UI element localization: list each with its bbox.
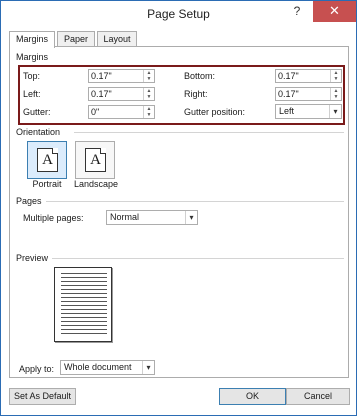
bottom-label: Bottom:: [184, 71, 216, 81]
apply-to-value: Whole document: [64, 362, 132, 372]
top-margin-spinner[interactable]: 0.17" ▲ ▼: [88, 69, 155, 83]
help-button[interactable]: ?: [289, 4, 305, 22]
left-label: Left:: [23, 89, 41, 99]
margins-section-label: Margins: [16, 52, 49, 62]
tab-layout[interactable]: Layout: [97, 31, 137, 47]
portrait-page-icon: A: [37, 148, 58, 172]
title-bar[interactable]: Page Setup ? ✕: [1, 1, 356, 31]
landscape-button[interactable]: A: [75, 141, 115, 179]
top-margin-value: 0.17": [91, 71, 112, 81]
set-as-default-button[interactable]: Set As Default: [9, 388, 76, 405]
chevron-down-icon[interactable]: ▾: [142, 361, 154, 374]
pages-divider: [46, 201, 344, 202]
close-button[interactable]: ✕: [313, 1, 356, 22]
top-label: Top:: [23, 71, 41, 81]
spin-down-icon[interactable]: ▼: [144, 76, 154, 82]
portrait-label[interactable]: Portrait: [25, 179, 69, 189]
margins-tab-panel: Margins Top: 0.17" ▲ ▼ Left: 0.17" ▲ ▼ Gut…: [9, 46, 349, 378]
multiple-pages-select[interactable]: Normal ▾: [106, 210, 198, 225]
page-preview: [54, 267, 112, 342]
left-margin-spinner[interactable]: 0.17" ▲ ▼: [88, 87, 155, 101]
gutter-value: 0": [91, 107, 100, 117]
preview-section-label: Preview: [16, 253, 49, 263]
left-margin-value: 0.17": [91, 89, 112, 99]
right-margin-spinner[interactable]: 0.17" ▲ ▼: [275, 87, 342, 101]
gutter-position-value: Left: [279, 106, 295, 116]
bottom-margin-spinner[interactable]: 0.17" ▲ ▼: [275, 69, 342, 83]
spin-down-icon[interactable]: ▼: [144, 94, 154, 100]
apply-to-label: Apply to:: [19, 364, 55, 374]
apply-to-select[interactable]: Whole document ▾: [60, 360, 155, 375]
orientation-divider: [74, 132, 344, 133]
tab-margins[interactable]: Margins: [9, 31, 55, 48]
multiple-pages-value: Normal: [110, 212, 140, 222]
right-label: Right:: [184, 89, 208, 99]
spin-down-icon[interactable]: ▼: [331, 94, 341, 100]
gutter-position-select[interactable]: Left ▾: [275, 104, 342, 119]
gutter-spinner[interactable]: 0" ▲ ▼: [88, 105, 155, 119]
tab-paper[interactable]: Paper: [57, 31, 95, 47]
chevron-down-icon[interactable]: ▾: [329, 105, 341, 118]
preview-divider: [52, 258, 344, 259]
multiple-pages-label: Multiple pages:: [23, 213, 84, 223]
pages-section-label: Pages: [16, 196, 42, 206]
gutter-position-label: Gutter position:: [184, 107, 246, 117]
page-setup-dialog: Page Setup ? ✕ Margins Paper Layout Marg…: [0, 0, 357, 416]
spin-down-icon[interactable]: ▼: [331, 76, 341, 82]
landscape-page-icon: A: [85, 148, 106, 172]
gutter-label: Gutter:: [23, 107, 51, 117]
ok-button[interactable]: OK: [219, 388, 286, 405]
bottom-margin-value: 0.17": [278, 71, 299, 81]
landscape-label[interactable]: Landscape: [72, 179, 120, 189]
chevron-down-icon[interactable]: ▾: [185, 211, 197, 224]
spin-down-icon[interactable]: ▼: [144, 112, 154, 118]
right-margin-value: 0.17": [278, 89, 299, 99]
cancel-button[interactable]: Cancel: [286, 388, 350, 405]
portrait-button[interactable]: A: [27, 141, 67, 179]
orientation-section-label: Orientation: [16, 127, 61, 137]
